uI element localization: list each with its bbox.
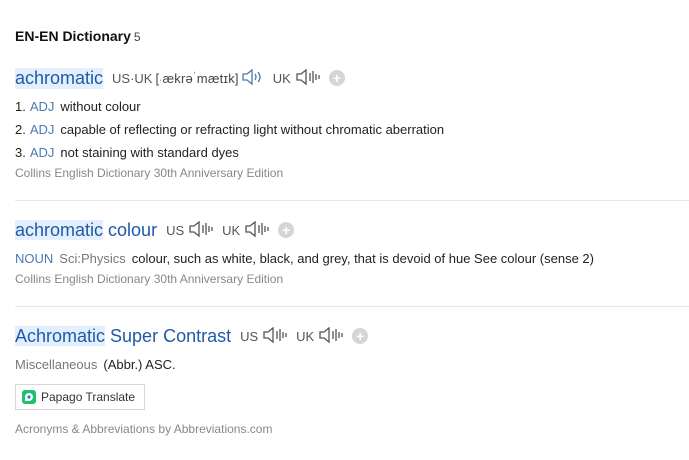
divider (15, 306, 689, 307)
source-label: Collins English Dictionary 30th Annivers… (15, 272, 284, 286)
uk-label: UK (296, 328, 315, 344)
add-wordbook-button[interactable]: + (278, 222, 295, 238)
source-label: Acronyms & Abbreviations by Abbreviation… (15, 422, 273, 436)
us-label: US (240, 328, 259, 344)
pos-tag: ADJ (29, 122, 55, 137)
sense-text: (Abbr.) ASC. (103, 357, 176, 372)
sense-item: 1. ADJ without colour (15, 99, 141, 114)
pos-tag: ADJ (29, 99, 55, 114)
source-label: Collins English Dictionary 30th Annivers… (15, 166, 284, 180)
ipa-text: [ˌækrəˈmætɪk] (155, 70, 239, 86)
speaker-icon[interactable] (295, 68, 321, 89)
field-tag: Sci:Physics (59, 251, 126, 266)
uk-label: UK (272, 70, 291, 86)
us-uk-label: US·UK (112, 70, 153, 86)
papago-translate-button[interactable]: Papago Translate (15, 384, 146, 410)
sense-item: 3. ADJ not staining with standard dyes (15, 145, 239, 160)
uk-label: UK (222, 222, 241, 238)
sense-text: capable of reflecting or refracting ligh… (60, 122, 445, 137)
headword-link[interactable]: achromatic (15, 67, 104, 89)
result-count: 5 (133, 30, 141, 44)
papago-logo (22, 390, 36, 404)
add-wordbook-button[interactable]: + (328, 70, 345, 86)
sense-text: colour, such as white, black, and grey, … (131, 251, 594, 266)
speaker-icon[interactable] (244, 220, 270, 241)
headword-link[interactable]: achromatic colour (15, 219, 157, 241)
pronunciation: US·UK [ˌækrəˈmætɪk] UK + (112, 68, 345, 89)
speaker-icon[interactable] (241, 68, 263, 89)
pronunciation: US UK + (166, 220, 295, 241)
papago-translate-label: Papago Translate (41, 390, 136, 404)
sense-item: NOUN Sci:Physics colour, such as white, bl… (15, 247, 689, 270)
us-label: US (166, 222, 185, 238)
category-tag: Miscellaneous (15, 357, 98, 372)
add-wordbook-button[interactable]: + (352, 328, 369, 344)
section-title-text: EN-EN Dictionary (15, 28, 131, 44)
entry-achromatic-super-contrast: Achromatic Super Contrast US UK + Miscel… (15, 324, 689, 436)
pos-tag: NOUN (15, 251, 54, 266)
speaker-icon[interactable] (188, 220, 214, 241)
entry-achromatic: achromatic US·UK [ˌækrəˈmætɪk] UK + 1. AD… (15, 66, 689, 180)
sense-item: Miscellaneous (Abbr.) ASC. (15, 353, 689, 376)
pos-tag: ADJ (29, 145, 55, 160)
divider (15, 200, 689, 201)
speaker-icon[interactable] (262, 326, 288, 347)
section-title: EN-EN Dictionary 5 (15, 28, 141, 44)
sense-text: without colour (60, 99, 141, 114)
pronunciation: US UK + (240, 326, 369, 347)
sense-item: 2. ADJ capable of reflecting or refracting… (15, 122, 445, 137)
entry-achromatic-colour: achromatic colour US UK + NOUN Sci:Physic… (15, 218, 689, 286)
sense-text: not staining with standard dyes (60, 145, 239, 160)
speaker-icon[interactable] (318, 326, 344, 347)
headword-link[interactable]: Achromatic Super Contrast (15, 325, 231, 347)
